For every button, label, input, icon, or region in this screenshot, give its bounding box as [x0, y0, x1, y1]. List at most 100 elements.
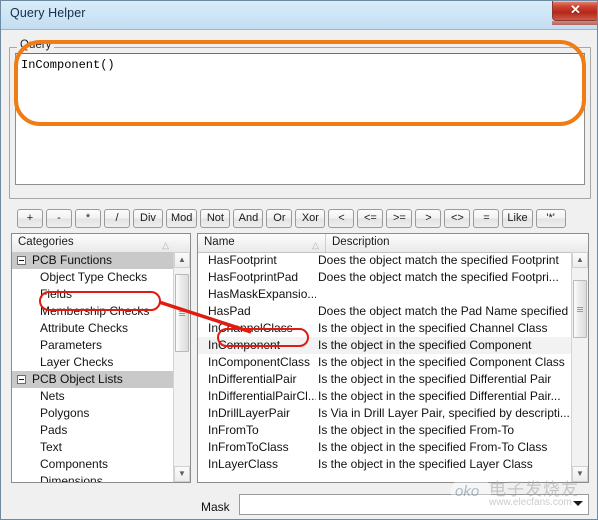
function-row[interactable]: InDifferentialPair Is the object in the s… [198, 371, 573, 388]
operator-button-greater-than[interactable]: > [415, 209, 442, 228]
operator-button-less-than[interactable]: < [328, 209, 355, 228]
function-description: Is Via in Drill Layer Pair, specified by… [318, 406, 570, 420]
operator-button-plus[interactable]: + [17, 209, 43, 228]
operator-button-greater-equal[interactable]: >= [386, 209, 413, 228]
operator-button-or[interactable]: Or [266, 209, 293, 228]
title-bar: Query Helper ✕ [1, 1, 597, 29]
function-row[interactable]: InFromToClass Is the object in the specif… [198, 439, 573, 456]
category-item-label: Text [40, 440, 63, 454]
scroll-up-icon[interactable]: ▲ [572, 252, 588, 268]
function-description: Does the object match the specified Foot… [318, 253, 559, 267]
functions-header: Name △ Description [198, 234, 588, 253]
name-column-header[interactable]: Name △ [198, 234, 326, 252]
dialog-body: Query InComponent() + - * / Div Mod Not And Or Xo… [1, 29, 597, 519]
category-item[interactable]: PCB Object Lists [12, 371, 175, 388]
category-item-label: Polygons [40, 406, 90, 420]
category-item[interactable]: Parameters [12, 337, 175, 354]
function-row[interactable]: InDrillLayerPair Is Via in Drill Layer Pa… [198, 405, 573, 422]
operator-button-less-equal[interactable]: <= [357, 209, 384, 228]
function-name: InFromTo [208, 423, 259, 437]
categories-scrollbar[interactable]: ▲ ▼ [173, 252, 190, 482]
operator-button-not-equal[interactable]: <> [444, 209, 471, 228]
category-item[interactable]: Attribute Checks [12, 320, 175, 337]
categories-scroll-thumb[interactable] [175, 274, 189, 352]
function-row[interactable]: InDifferentialPairCl... Is the object in … [198, 388, 573, 405]
function-name: HasMaskExpansio... [208, 287, 316, 301]
operator-button-mod[interactable]: Mod [166, 209, 198, 228]
operator-button-row: + - * / Div Mod Not And Or Xor < <= >= > <> = Like '*' [17, 209, 583, 228]
category-item-label: Nets [40, 389, 65, 403]
function-description: Is the object in the specified Channel C… [318, 321, 548, 335]
operator-button-minus[interactable]: - [46, 209, 72, 228]
category-item[interactable]: Dimensions [12, 473, 175, 482]
category-item[interactable]: Components [12, 456, 175, 473]
window-title: Query Helper [10, 6, 86, 20]
functions-panel: Name △ Description HasFootprint Does the … [197, 233, 589, 483]
function-row[interactable]: HasFootprintPad Does the object match the… [198, 269, 573, 286]
scroll-up-icon[interactable]: ▲ [174, 252, 190, 268]
collapse-icon[interactable] [17, 256, 26, 265]
operator-button-equal[interactable]: = [473, 209, 500, 228]
category-item[interactable]: Nets [12, 388, 175, 405]
query-group: Query InComponent() [9, 39, 591, 200]
category-item[interactable]: Object Type Checks [12, 269, 175, 286]
category-item-label: Membership Checks [40, 304, 150, 318]
category-item[interactable]: PCB Functions [12, 252, 175, 269]
operator-button-wildcard[interactable]: '*' [535, 209, 566, 228]
operator-button-multiply[interactable]: * [75, 209, 101, 228]
function-description: Is the object in the specified Different… [318, 389, 561, 403]
operator-button-like[interactable]: Like [502, 209, 533, 228]
sort-ascending-icon: △ [162, 240, 169, 250]
categories-column-header[interactable]: Categories △ [12, 234, 175, 252]
query-input[interactable]: InComponent() [15, 53, 585, 185]
function-description: Is the object in the specified From-To C… [318, 440, 548, 454]
category-item-label: Fields [40, 287, 73, 301]
name-column-label: Name [204, 236, 235, 248]
operator-button-and[interactable]: And [233, 209, 264, 228]
function-name: HasFootprintPad [208, 270, 299, 284]
function-description: Is the object in the specified From-To [318, 423, 515, 437]
function-name: HasFootprint [208, 253, 277, 267]
function-name: InDrillLayerPair [208, 406, 291, 420]
category-item[interactable]: Fields [12, 286, 175, 303]
function-name: InChannelClass [208, 321, 293, 335]
categories-tree[interactable]: PCB Functions Object Type Checks Fields Mem… [12, 252, 175, 482]
function-row[interactable]: InChannelClass Is the object in the speci… [198, 320, 573, 337]
query-group-label: Query [17, 39, 55, 51]
description-column-header[interactable]: Description [326, 234, 588, 252]
functions-list[interactable]: HasFootprint Does the object match the sp… [198, 252, 573, 482]
function-row[interactable]: InLayerClass Is the object in the specifi… [198, 456, 573, 473]
category-item[interactable]: Layer Checks [12, 354, 175, 371]
function-description: Does the object match the specified Foot… [318, 270, 559, 284]
close-button-shadow [552, 21, 597, 25]
category-item[interactable]: Pads [12, 422, 175, 439]
category-item[interactable]: Membership Checks [12, 303, 175, 320]
scroll-down-icon[interactable]: ▼ [174, 466, 190, 482]
function-row[interactable]: HasFootprint Does the object match the sp… [198, 252, 573, 269]
close-button[interactable]: ✕ [552, 1, 597, 21]
function-row[interactable]: InFromTo Is the object in the specified F… [198, 422, 573, 439]
categories-header: Categories △ [12, 234, 190, 253]
scroll-down-icon[interactable]: ▼ [572, 466, 588, 482]
operator-button-xor[interactable]: Xor [295, 209, 326, 228]
scroll-grip-icon [577, 306, 583, 313]
operator-button-divide[interactable]: / [104, 209, 130, 228]
operator-button-not[interactable]: Not [200, 209, 231, 228]
category-item-label: Object Type Checks [40, 270, 148, 284]
category-item[interactable]: Text [12, 439, 175, 456]
query-helper-window: Query Helper ✕ Query InComponent() + - * / D… [0, 0, 598, 520]
function-row[interactable]: InComponentClass Is the object in the spe… [198, 354, 573, 371]
collapse-icon[interactable] [17, 375, 26, 384]
description-column-label: Description [332, 236, 390, 248]
category-item-label: PCB Object Lists [32, 372, 123, 386]
category-item-label: Dimensions [40, 474, 103, 482]
function-row[interactable]: HasPad Does the object match the Pad Name… [198, 303, 573, 320]
function-row[interactable]: InComponent Is the object in the specifie… [198, 337, 573, 354]
function-row[interactable]: HasMaskExpansio... [198, 286, 573, 303]
functions-scroll-thumb[interactable] [573, 280, 587, 338]
close-icon: ✕ [570, 2, 581, 17]
category-item[interactable]: Polygons [12, 405, 175, 422]
operator-button-div[interactable]: Div [133, 209, 163, 228]
function-name: InComponent [208, 338, 281, 352]
functions-scrollbar[interactable]: ▲ ▼ [571, 252, 588, 482]
